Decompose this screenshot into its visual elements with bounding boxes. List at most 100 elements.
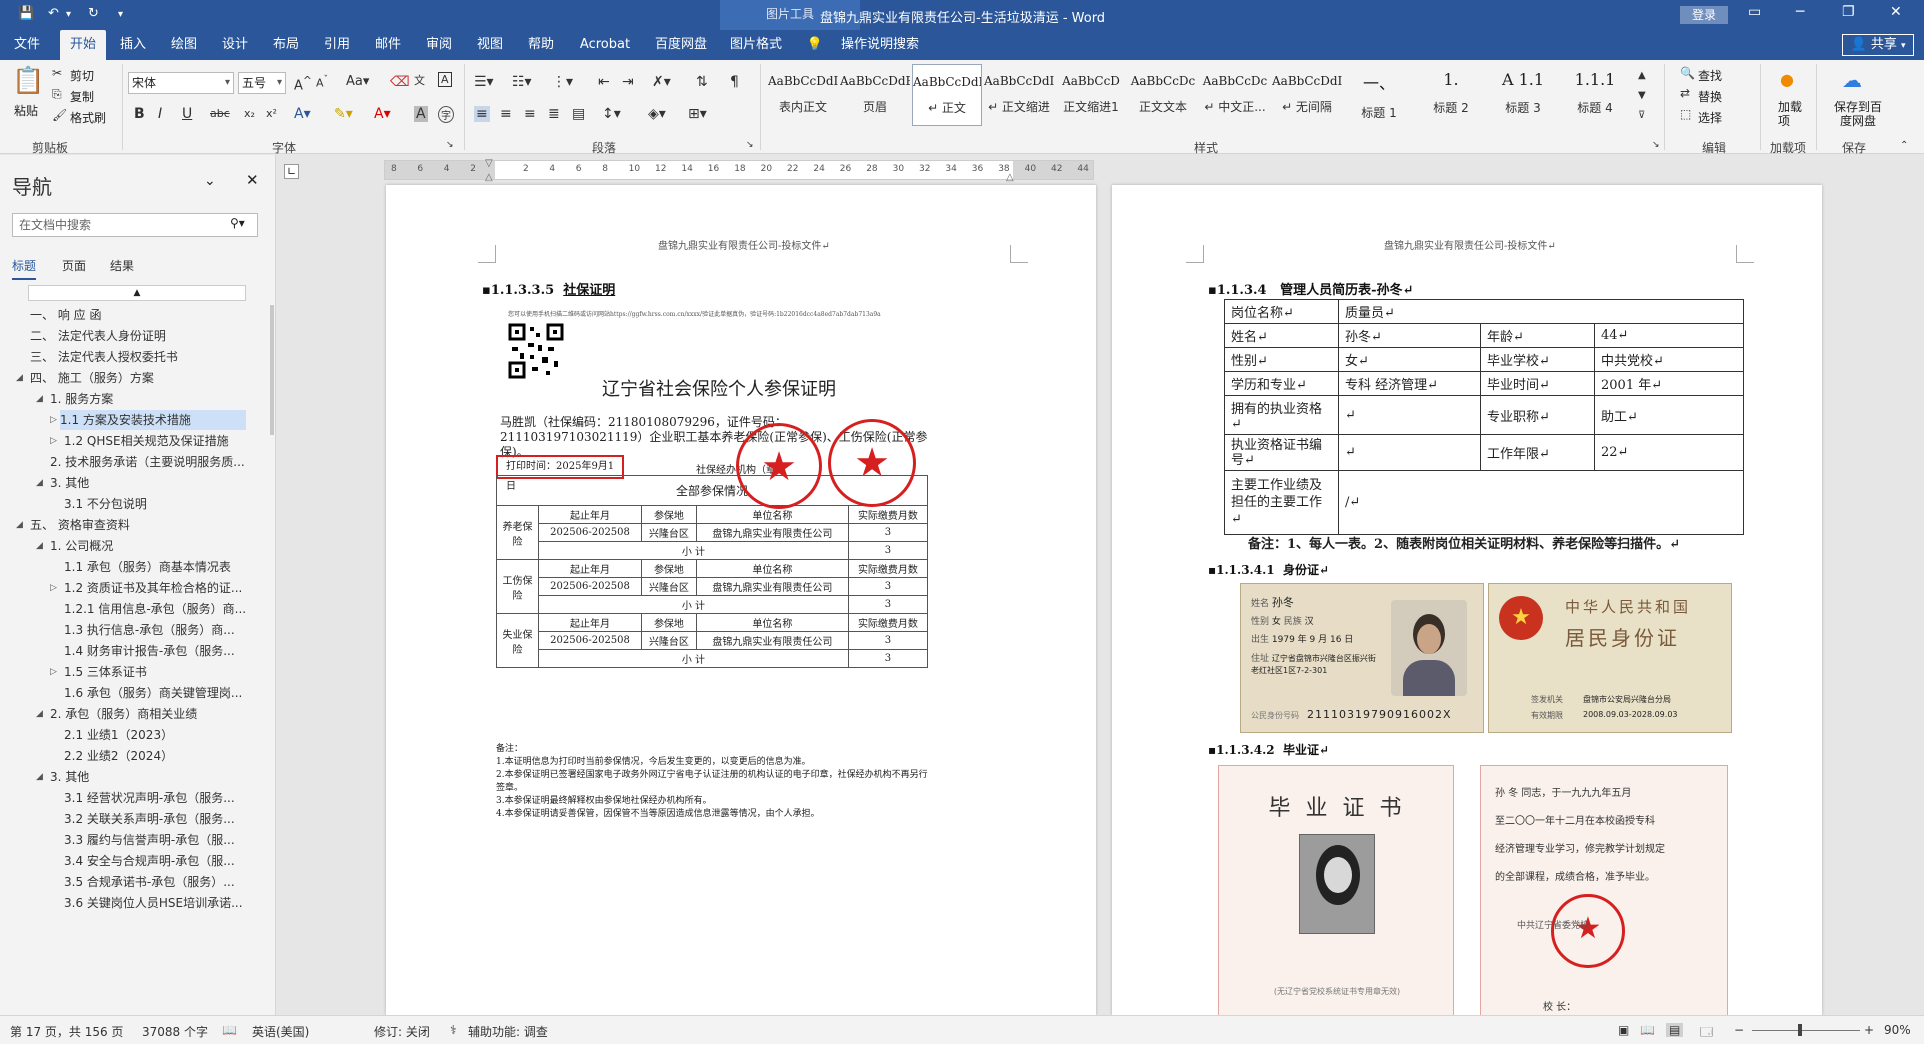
borders-icon[interactable]: ⊞▾	[688, 106, 707, 122]
right-indent-marker[interactable]: △	[1006, 172, 1014, 183]
language-status[interactable]: 英语(美国)	[252, 1023, 309, 1040]
years-value[interactable]: 22↵	[1594, 434, 1744, 471]
nav-tab-pages[interactable]: 页面	[62, 257, 86, 274]
justify-icon[interactable]: ≣	[548, 106, 560, 122]
collapse-ribbon-icon[interactable]: ⌃	[1900, 140, 1908, 151]
style-item[interactable]: 一、 标题 1	[1344, 64, 1414, 126]
save-icon[interactable]: 💾	[18, 6, 34, 21]
find-button[interactable]: 查找	[1698, 67, 1722, 84]
expand-caret-icon[interactable]: ▷	[50, 578, 57, 598]
nav-heading-item[interactable]: 二、 法定代表人身份证明	[30, 326, 250, 346]
phonetic-guide-icon[interactable]: 文	[414, 72, 425, 88]
paste-icon[interactable]: 📋	[12, 66, 44, 96]
collapse-caret-icon[interactable]: ◢	[36, 473, 43, 493]
nav-heading-item[interactable]: 1. 公司概况	[50, 536, 250, 556]
gallery-more-icon[interactable]: ⊽	[1638, 110, 1645, 121]
nav-heading-item[interactable]: 1.2.1 信用信息-承包（服务）商...	[64, 599, 250, 619]
align-left-icon[interactable]: ≡	[474, 106, 490, 122]
nav-heading-item[interactable]: 3. 其他	[50, 473, 250, 493]
nav-heading-item[interactable]: 3.1 不分包说明	[64, 494, 250, 514]
nav-heading-item[interactable]: 3.2 关联关系声明-承包（服务...	[64, 809, 250, 829]
tab-draw[interactable]: 绘图	[163, 30, 205, 60]
nav-heading-item[interactable]: 3. 其他	[50, 767, 250, 787]
paragraph-dialog-launcher-icon[interactable]: ↘	[746, 140, 754, 150]
undo-dropdown-icon[interactable]: ▾	[66, 9, 71, 20]
nav-scroll-up-button[interactable]: ▲	[28, 285, 246, 301]
style-item[interactable]: AaBbCcD 正文缩进1	[1056, 64, 1126, 126]
proofing-icon[interactable]: 📖	[222, 1023, 237, 1037]
read-mode-icon[interactable]: 📖	[1640, 1023, 1655, 1037]
customize-qat-icon[interactable]: ▾	[118, 9, 123, 20]
nav-options-icon[interactable]: ⌄	[204, 173, 216, 189]
tab-insert[interactable]: 插入	[112, 30, 154, 60]
nav-heading-item[interactable]: 1.6 承包（服务）商关键管理岗...	[64, 683, 250, 703]
zoom-slider[interactable]	[1752, 1030, 1860, 1031]
lightbulb-icon[interactable]: 💡	[805, 30, 825, 60]
maximize-icon[interactable]: ❐	[1842, 4, 1855, 20]
nav-heading-item[interactable]: 3.4 安全与合规声明-承包（服...	[64, 851, 250, 871]
expand-caret-icon[interactable]: ▷	[50, 410, 57, 430]
style-item[interactable]: AaBbCcDdI ↵ 正文	[912, 64, 982, 126]
addins-button[interactable]: 加载项	[1778, 100, 1804, 128]
collapse-caret-icon[interactable]: ◢	[36, 389, 43, 409]
line-spacing-icon[interactable]: ↕▾	[602, 106, 621, 122]
gallery-scroll-up-icon[interactable]: ▲	[1638, 70, 1646, 81]
tab-references[interactable]: 引用	[316, 30, 358, 60]
sort-icon[interactable]: ⇅	[696, 74, 708, 90]
save-to-baidu-button[interactable]: 保存到百度网盘	[1830, 100, 1886, 128]
undo-icon[interactable]: ↶	[48, 6, 59, 21]
license-value[interactable]: ↵	[1338, 395, 1481, 435]
nav-heading-item[interactable]: 一、 响 应 函	[30, 305, 250, 325]
replace-button[interactable]: 替换	[1698, 88, 1722, 105]
highlight-icon[interactable]: ✎▾	[334, 106, 353, 122]
paste-button[interactable]: 粘贴	[14, 102, 38, 119]
tab-home[interactable]: 开始	[60, 30, 106, 60]
graduation-value[interactable]: 2001 年↵	[1594, 371, 1744, 396]
numbering-icon[interactable]: ☷▾	[512, 74, 532, 90]
format-painter-button[interactable]: 格式刷	[70, 109, 106, 126]
collapse-caret-icon[interactable]: ◢	[36, 536, 43, 556]
zoom-out-icon[interactable]: −	[1734, 1023, 1744, 1037]
style-item[interactable]: AaBbCcDc ↵ 中文正...	[1200, 64, 1270, 126]
nav-heading-item[interactable]: 1.2 资质证书及其年检合格的证...	[64, 578, 250, 598]
expand-caret-icon[interactable]: ▷	[50, 431, 57, 451]
accessibility-status[interactable]: 辅助功能: 调查	[468, 1023, 548, 1040]
nav-search-input[interactable]: 在文档中搜索	[12, 213, 258, 237]
cut-button[interactable]: 剪切	[70, 67, 94, 84]
tab-mailings[interactable]: 邮件	[367, 30, 409, 60]
gallery-scroll-down-icon[interactable]: ▼	[1638, 90, 1646, 101]
social-insurance-certificate-image[interactable]: 您可以使用手机扫描二维码或访问网站https://ggfw.hrss.com.c…	[496, 303, 942, 823]
nav-heading-item[interactable]: 3.1 经营状况声明-承包（服务...	[64, 788, 250, 808]
nav-heading-item[interactable]: 1. 服务方案	[50, 389, 250, 409]
focus-mode-icon[interactable]: ▣	[1618, 1023, 1629, 1037]
style-item[interactable]: AaBbCcDdI ↵ 正文缩进	[984, 64, 1054, 126]
zoom-level[interactable]: 90%	[1884, 1023, 1911, 1037]
education-value[interactable]: 专科 经济管理↵	[1338, 371, 1481, 396]
change-case-icon[interactable]: Aa▾	[346, 74, 369, 89]
print-layout-icon[interactable]: ▤	[1666, 1023, 1684, 1037]
copy-button[interactable]: 复制	[70, 88, 94, 105]
style-item[interactable]: 1.1.1 标题 4	[1560, 64, 1630, 126]
nav-heading-item[interactable]: 2.2 业绩2（2024）	[64, 746, 250, 766]
nav-heading-item[interactable]: 五、 资格审查资料	[30, 515, 250, 535]
multilevel-list-icon[interactable]: ⋮▾	[552, 74, 573, 90]
font-dialog-launcher-icon[interactable]: ↘	[446, 140, 454, 150]
zoom-slider-thumb[interactable]	[1798, 1024, 1802, 1036]
nav-heading-item[interactable]: 1.3 执行信息-承包（服务）商...	[64, 620, 250, 640]
increase-indent-icon[interactable]: ⇥	[622, 74, 634, 90]
nav-heading-item[interactable]: 1.1 承包（服务）商基本情况表	[64, 557, 250, 577]
diploma-image[interactable]: 毕 业 证 书 (无辽宁省党校系统证书专用章无效) 孙 冬 同志，于一九九九年五…	[1218, 765, 1728, 1015]
clear-formatting-icon[interactable]: ⌫	[390, 74, 410, 90]
close-nav-icon[interactable]: ✕	[246, 171, 259, 189]
age-value[interactable]: 44↵	[1594, 323, 1744, 348]
collapse-caret-icon[interactable]: ◢	[16, 515, 23, 535]
nav-heading-item[interactable]: 1.5 三体系证书	[64, 662, 250, 682]
tab-baidu-netdisk[interactable]: 百度网盘	[648, 30, 714, 60]
character-shading-icon[interactable]: A	[414, 106, 428, 122]
style-item[interactable]: AaBbCcDdEe 页眉	[840, 64, 910, 126]
nav-tab-results[interactable]: 结果	[110, 257, 134, 274]
character-border-icon[interactable]: A	[438, 72, 452, 87]
share-button[interactable]: 👤 共享 ▾	[1842, 34, 1914, 56]
shrink-font-icon[interactable]: Aˇ	[316, 74, 328, 90]
web-layout-icon[interactable]: 🗔	[1700, 1023, 1713, 1044]
